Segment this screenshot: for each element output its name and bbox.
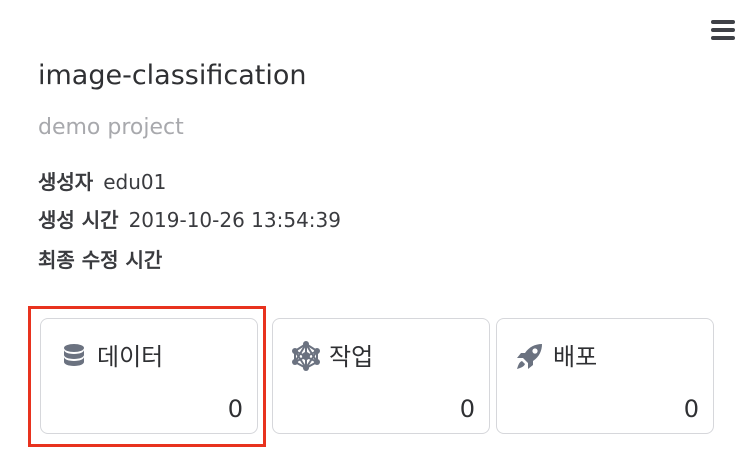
data-card[interactable]: 데이터 0 (40, 318, 258, 434)
deploy-card[interactable]: 배포 0 (496, 318, 714, 434)
created-time-row: 생성 시간 2019-10-26 13:54:39 (38, 206, 341, 234)
data-card-label: 데이터 (97, 343, 164, 371)
created-time-value: 2019-10-26 13:54:39 (128, 208, 341, 232)
created-time-label: 생성 시간 (38, 208, 119, 232)
data-card-count: 0 (227, 395, 243, 423)
modified-time-label: 최종 수정 시간 (38, 248, 163, 272)
database-icon (64, 344, 84, 366)
deploy-card-label: 배포 (553, 343, 598, 371)
hamburger-menu-icon[interactable] (711, 20, 735, 40)
project-title: image-classification (38, 60, 307, 91)
modified-time-row: 최종 수정 시간 (38, 246, 172, 274)
rocket-icon (517, 344, 542, 369)
project-panel: image-classification demo project 생성자 edu… (0, 0, 752, 476)
work-card-label: 작업 (329, 343, 374, 371)
creator-label: 생성자 (38, 170, 94, 194)
work-card[interactable]: 작업 0 (272, 318, 490, 434)
network-icon (292, 341, 320, 371)
creator-value: edu01 (103, 170, 167, 194)
deploy-card-count: 0 (683, 395, 699, 423)
project-description: demo project (38, 115, 184, 140)
creator-row: 생성자 edu01 (38, 168, 166, 196)
work-card-count: 0 (459, 395, 475, 423)
